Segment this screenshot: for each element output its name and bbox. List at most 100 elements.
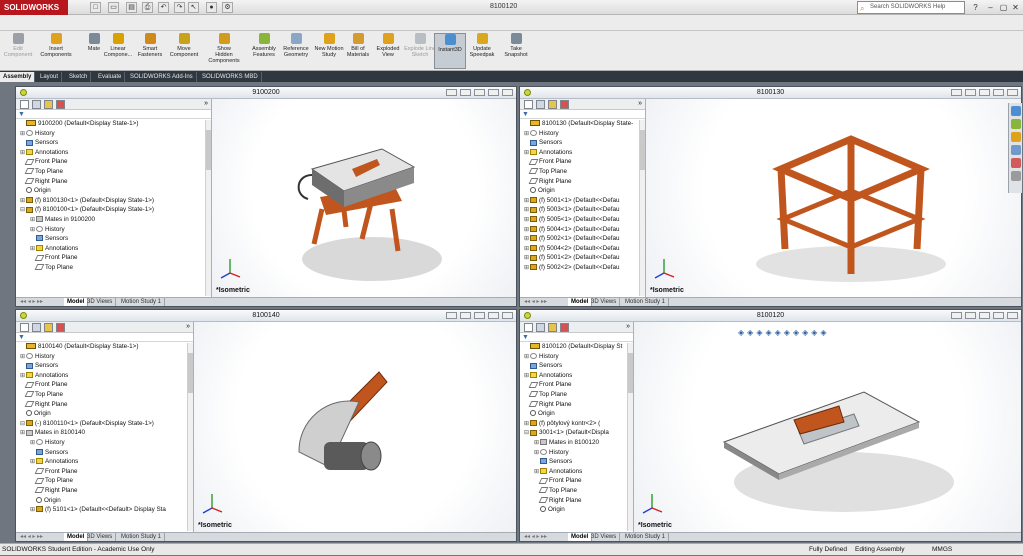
cmd-instant3d[interactable]: Instant3D bbox=[434, 33, 466, 69]
propertymanager-tab-icon[interactable] bbox=[32, 323, 41, 332]
tree-item[interactable]: Front Plane bbox=[524, 157, 645, 167]
featuremanager-tab-icon[interactable] bbox=[524, 100, 533, 109]
tree-item[interactable]: ⊞ Annotations bbox=[20, 244, 211, 254]
featuremanager-tab-icon[interactable] bbox=[20, 100, 29, 109]
tree-item[interactable]: ⊞ History bbox=[20, 438, 193, 448]
print-icon[interactable]: ⎙ bbox=[142, 2, 153, 13]
tree-item[interactable]: ⊞ (f) 5003<1> (Default<<Defau bbox=[524, 205, 645, 215]
tree-item[interactable]: ⊞ History bbox=[524, 129, 645, 139]
document-window-9100200[interactable]: 9100200» ▼ 9100200 (Default<Display State-… bbox=[15, 86, 517, 307]
graphics-area[interactable]: *Isometric ◈◈◈◈◈◈◈◈◈◈ bbox=[634, 322, 1021, 532]
featuremanager-tab-icon[interactable] bbox=[524, 323, 533, 332]
configurationmanager-tab-icon[interactable] bbox=[44, 323, 53, 332]
cmd-explode-line[interactable]: Explode Line Sketch bbox=[404, 33, 436, 69]
tree-item[interactable]: ⊞ Annotations bbox=[20, 148, 211, 158]
restore-window-button[interactable] bbox=[488, 89, 499, 96]
filter-icon[interactable]: ▼ bbox=[522, 334, 529, 341]
minimize-window-button[interactable] bbox=[979, 312, 990, 319]
expand-panel-icon[interactable]: » bbox=[186, 323, 190, 330]
tree-item[interactable]: ⊞ (f) 8100130<1> (Default<Display State-1… bbox=[20, 196, 211, 206]
restore-window-button[interactable] bbox=[993, 89, 1004, 96]
tree-item[interactable]: Sensors bbox=[524, 138, 645, 148]
section-view-icon[interactable]: ◈ bbox=[765, 328, 774, 337]
view-link-icon[interactable] bbox=[965, 312, 976, 319]
zoom-area-icon[interactable]: ◈ bbox=[747, 328, 756, 337]
tree-item[interactable]: 8100130 (Default<Display State- bbox=[524, 119, 645, 129]
configurationmanager-tab-icon[interactable] bbox=[548, 100, 557, 109]
close-window-button[interactable] bbox=[502, 312, 513, 319]
view-link-icon[interactable] bbox=[460, 89, 471, 96]
document-window-8100120[interactable]: 8100120 » ▼ 8100120 (Default<Display St ⊞ His… bbox=[519, 309, 1022, 542]
propertymanager-tab-icon[interactable] bbox=[536, 100, 545, 109]
cmd-snapshot[interactable]: Take Snapshot bbox=[500, 33, 532, 69]
restore-button[interactable]: ▢ bbox=[998, 2, 1009, 13]
tree-item[interactable]: Sensors bbox=[20, 138, 211, 148]
custom-properties-icon[interactable] bbox=[1011, 171, 1021, 181]
expand-panel-icon[interactable]: » bbox=[626, 323, 630, 330]
hide-show-icon[interactable]: ◈ bbox=[793, 328, 802, 337]
appearance-tab-icon[interactable] bbox=[560, 323, 569, 332]
restore-window-button[interactable] bbox=[993, 312, 1004, 319]
tree-scrollbar[interactable] bbox=[627, 343, 633, 531]
tab-scroll-arrows[interactable]: ◂◂ ◂ ▸ ▸▸ bbox=[524, 298, 547, 306]
tree-item[interactable]: Sensors bbox=[524, 457, 633, 467]
cmd-insert-components[interactable]: Insert Components bbox=[40, 33, 72, 69]
minimize-button[interactable]: – bbox=[985, 2, 996, 13]
open-icon[interactable]: ▭ bbox=[108, 2, 119, 13]
tree-item[interactable]: Top Plane bbox=[524, 390, 633, 400]
minimize-window-button[interactable] bbox=[474, 89, 485, 96]
file-explorer-icon[interactable] bbox=[1011, 132, 1021, 142]
tree-scrollbar[interactable] bbox=[187, 343, 193, 531]
tree-item[interactable]: ⊞ History bbox=[524, 448, 633, 458]
tab-evaluate[interactable]: Evaluate bbox=[95, 72, 126, 82]
tree-item[interactable]: Front Plane bbox=[524, 476, 633, 486]
tree-item[interactable]: Origin bbox=[524, 505, 633, 515]
heads-up-view-toolbar[interactable]: ◈◈◈◈◈◈◈◈◈◈ bbox=[738, 328, 830, 340]
minimize-window-button[interactable] bbox=[979, 89, 990, 96]
tree-item[interactable]: Right Plane bbox=[20, 177, 211, 187]
cmd-edit-component[interactable]: Edit Component bbox=[2, 33, 34, 69]
expand-panel-icon[interactable]: » bbox=[638, 100, 642, 107]
help-search-input[interactable]: ⌕ Search SOLIDWORKS Help bbox=[857, 1, 965, 14]
tree-item[interactable]: Right Plane bbox=[20, 400, 193, 410]
tree-item[interactable]: Sensors bbox=[20, 234, 211, 244]
window-titlebar[interactable]: 8100130 bbox=[520, 87, 1021, 99]
tree-item[interactable]: ⊞ (f) 5005<1> (Default<<Defau bbox=[524, 215, 645, 225]
solidworks-logo[interactable]: SOLIDWORKS bbox=[0, 0, 68, 15]
graphics-area[interactable]: *Isometric bbox=[194, 322, 516, 532]
undo-icon[interactable]: ↶ bbox=[158, 2, 169, 13]
tree-filter[interactable]: ▼ bbox=[520, 110, 645, 119]
window-titlebar[interactable]: 8100140 bbox=[16, 310, 516, 322]
configurationmanager-tab-icon[interactable] bbox=[548, 323, 557, 332]
tree-item[interactable]: ⊞ Mates in 8100120 bbox=[524, 438, 633, 448]
tree-item[interactable]: ⊟ (f) 8100100<1> (Default<Display State-1… bbox=[20, 205, 211, 215]
tree-item[interactable]: Right Plane bbox=[524, 177, 645, 187]
cmd-reference-geometry[interactable]: Reference Geometry bbox=[280, 33, 312, 69]
tree-item[interactable]: ⊞ (f) 5004<1> (Default<<Defau bbox=[524, 225, 645, 235]
cmd-speedpak[interactable]: Update Speedpak bbox=[466, 33, 498, 69]
tree-item[interactable]: ⊞ (f) 5101<1> (Default<<Default> Display … bbox=[20, 505, 193, 515]
tree-item[interactable]: ⊞ History bbox=[524, 352, 633, 362]
propertymanager-tab-icon[interactable] bbox=[536, 323, 545, 332]
graphics-area[interactable]: *Isometric bbox=[212, 99, 516, 297]
filter-icon[interactable]: ▼ bbox=[18, 334, 25, 341]
tree-item[interactable]: Front Plane bbox=[20, 157, 211, 167]
tree-item[interactable]: Top Plane bbox=[524, 486, 633, 496]
tree-item[interactable]: 9100200 (Default<Display State-1>) bbox=[20, 119, 211, 129]
minimize-window-button[interactable] bbox=[474, 312, 485, 319]
tree-item[interactable]: ⊞ Annotations bbox=[524, 148, 645, 158]
tree-item[interactable]: Right Plane bbox=[20, 486, 193, 496]
tree-item[interactable]: ⊞ (f) pôtylový kontr<2> ( bbox=[524, 419, 633, 429]
tab-scroll-arrows[interactable]: ◂◂ ◂ ▸ ▸▸ bbox=[524, 533, 547, 541]
tab-layout[interactable]: Layout bbox=[37, 72, 63, 82]
view-link-icon[interactable] bbox=[460, 312, 471, 319]
help-icon[interactable]: ? bbox=[970, 2, 981, 13]
appearance-tab-icon[interactable] bbox=[56, 323, 65, 332]
select-icon[interactable]: ↖ bbox=[188, 2, 199, 13]
document-window-8100140[interactable]: 8100140» ▼ 8100140 (Default<Display State-… bbox=[15, 309, 517, 542]
tree-item[interactable]: ⊞ Mates in 8100140 bbox=[20, 428, 193, 438]
tree-item[interactable]: ⊞ Mates in 9100200 bbox=[20, 215, 211, 225]
tree-filter[interactable]: ▼ bbox=[520, 333, 633, 342]
tree-item[interactable]: ⊞ History bbox=[20, 352, 193, 362]
appearances-icon[interactable] bbox=[1011, 158, 1021, 168]
